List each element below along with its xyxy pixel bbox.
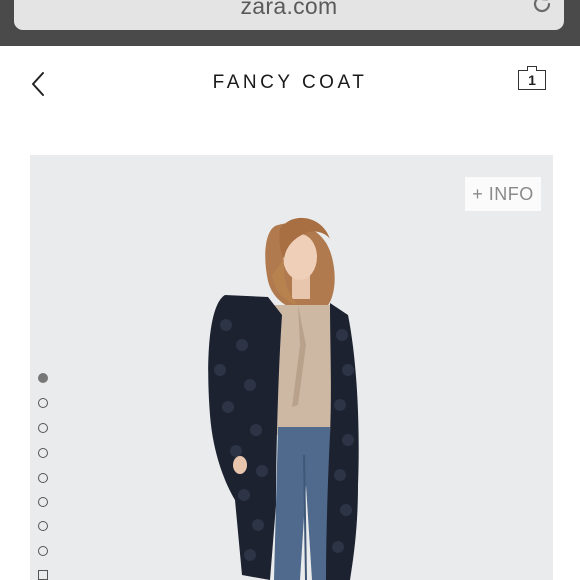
gallery-dot-2[interactable]: [38, 398, 48, 408]
gallery-dot-5[interactable]: [38, 473, 48, 483]
info-button[interactable]: + INFO: [465, 177, 541, 211]
product-image[interactable]: [30, 155, 553, 580]
shopping-bag-handle: [527, 66, 537, 71]
gallery-dot-6[interactable]: [38, 497, 48, 507]
model-photo: [208, 217, 359, 580]
browser-toolbar: zara.com: [0, 0, 580, 46]
address-bar[interactable]: zara.com: [14, 0, 564, 30]
gallery-dot-4[interactable]: [38, 448, 48, 458]
app-header: FANCY COAT 1: [0, 46, 580, 124]
shopping-bag-button[interactable]: 1: [518, 66, 552, 94]
reload-icon[interactable]: [530, 0, 554, 16]
cart-count: 1: [528, 72, 536, 88]
gallery-dot-3[interactable]: [38, 423, 48, 433]
gallery-dot-9[interactable]: [38, 570, 48, 580]
url-text: zara.com: [240, 0, 338, 19]
gallery-dot-1[interactable]: [38, 373, 48, 383]
page-title: FANCY COAT: [212, 72, 368, 93]
gallery-dot-7[interactable]: [38, 521, 48, 531]
gallery-dot-8[interactable]: [38, 546, 48, 556]
